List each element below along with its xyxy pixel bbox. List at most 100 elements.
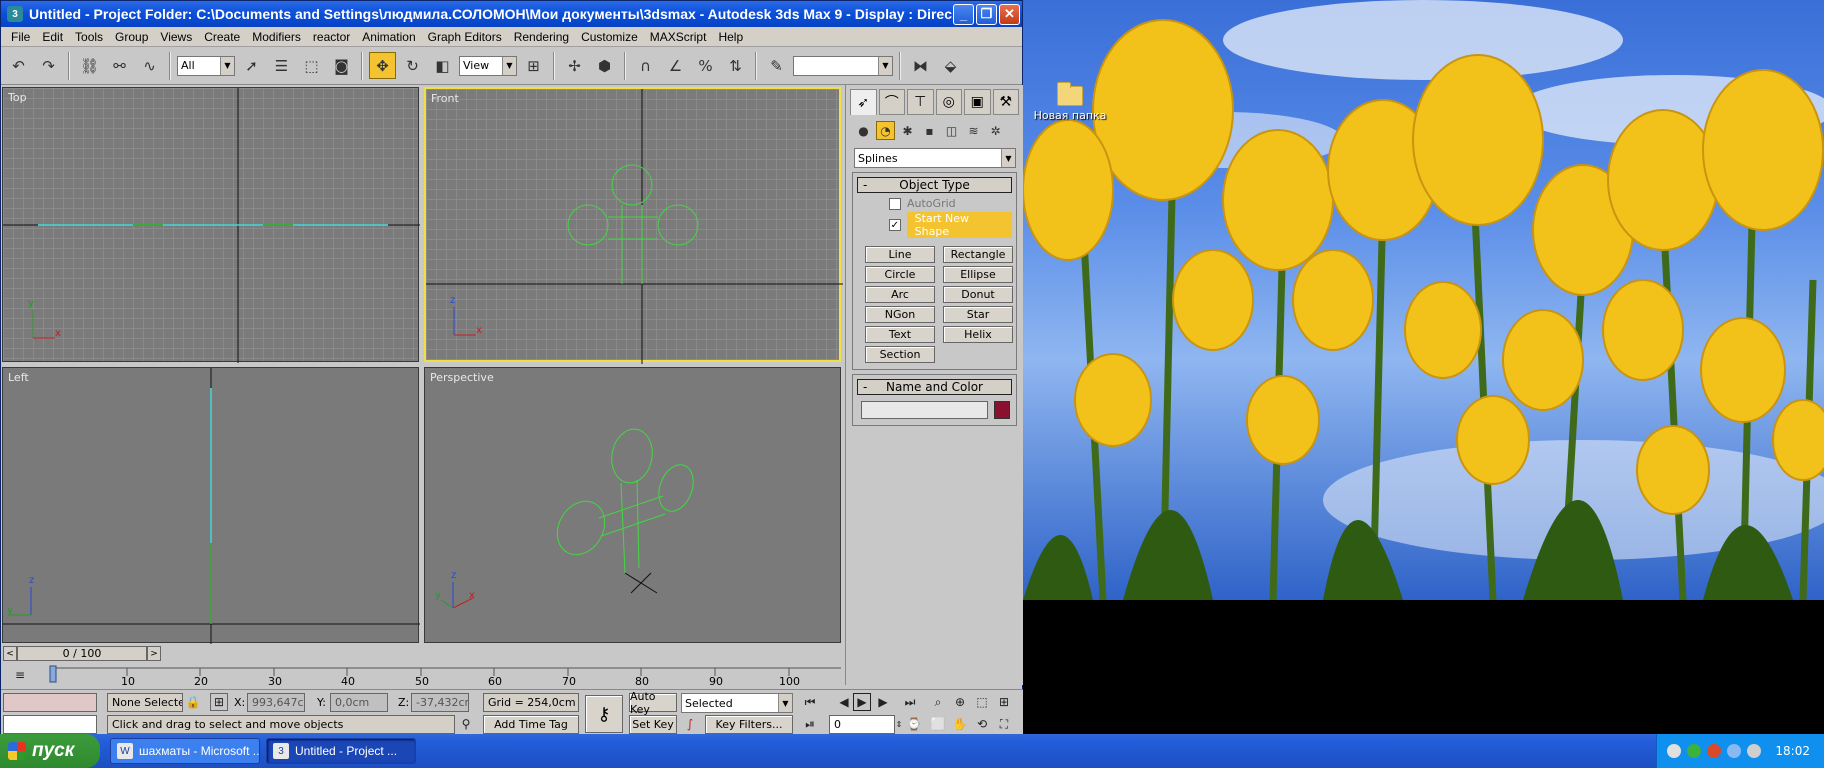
named-selection-sets-dropdown[interactable]: ▼ xyxy=(793,55,893,76)
set-key-button[interactable]: Set Key xyxy=(629,715,677,734)
close-button[interactable]: ✕ xyxy=(999,3,1020,25)
create-tab-icon[interactable]: ➶ xyxy=(850,89,877,115)
name-and-color-header[interactable]: - Name and Color xyxy=(857,379,1012,395)
checkbox-box[interactable] xyxy=(889,197,901,210)
select-by-name-icon[interactable]: ☰ xyxy=(268,52,295,79)
track-bar[interactable]: ≡ 10 20 30 40 50 60 70 80 90 100 xyxy=(1,662,843,688)
zoom-extents-icon[interactable]: ⬚ xyxy=(973,693,991,711)
collapse-toggle[interactable]: - xyxy=(863,178,867,192)
network-icon[interactable] xyxy=(1667,744,1682,758)
rectangle-button[interactable]: Rectangle xyxy=(943,246,1013,263)
select-and-move-icon[interactable]: ✥ xyxy=(369,52,396,79)
viewport-perspective[interactable]: Perspective z x y xyxy=(424,367,841,643)
time-slider-next[interactable]: > xyxy=(147,646,161,661)
security-icon[interactable] xyxy=(1707,744,1722,758)
unlink-icon[interactable]: ⚯ xyxy=(106,52,133,79)
selection-filter-dropdown[interactable]: All ▼ xyxy=(177,55,235,76)
star-button[interactable]: Star xyxy=(943,306,1013,323)
menu-maxscript[interactable]: MAXScript xyxy=(644,30,713,44)
y-coordinate-field[interactable]: 0,0cm xyxy=(330,693,388,712)
menu-help[interactable]: Help xyxy=(712,30,749,44)
go-to-start-icon[interactable]: ⏮ xyxy=(801,693,819,711)
geometry-icon[interactable]: ● xyxy=(854,121,873,140)
select-and-rotate-icon[interactable]: ↻ xyxy=(399,52,426,79)
next-frame-icon[interactable]: ▶ xyxy=(874,693,892,711)
start-new-shape-checkbox[interactable]: ✓ Start New Shape xyxy=(889,212,1012,238)
object-category-dropdown[interactable]: Splines ▼ xyxy=(854,148,1016,168)
go-to-end-icon[interactable]: ⏭ xyxy=(901,693,919,711)
arc-button[interactable]: Arc xyxy=(865,286,935,303)
viewport-left[interactable]: Left z y xyxy=(2,367,420,644)
viewport-front[interactable]: Front z x xyxy=(424,87,843,364)
region-zoom-icon[interactable]: ⬜ xyxy=(929,715,947,733)
3dsmax-app-icon[interactable]: 3 xyxy=(7,6,23,22)
line-button[interactable]: Line xyxy=(865,246,935,263)
ellipse-button[interactable]: Ellipse xyxy=(943,266,1013,283)
title-bar[interactable]: 3 Untitled - Project Folder: C:\Document… xyxy=(1,1,1022,27)
systems-icon[interactable]: ✲ xyxy=(986,121,1005,140)
window-crossing-icon[interactable]: ◙ xyxy=(328,52,355,79)
edit-named-selection-icon[interactable]: ✎ xyxy=(763,52,790,79)
key-mode-toggle-icon[interactable]: ⏯ xyxy=(801,715,819,733)
x-coordinate-field[interactable]: 993,647cm xyxy=(247,693,305,712)
section-button[interactable]: Section xyxy=(865,346,935,363)
helix-button[interactable]: Helix xyxy=(943,326,1013,343)
time-configuration-icon[interactable]: ⌚ xyxy=(905,715,923,733)
shapes-icon[interactable]: ◔ xyxy=(876,121,895,140)
cameras-icon[interactable]: ▪ xyxy=(920,121,939,140)
display-tab-icon[interactable]: ▣ xyxy=(964,89,991,115)
menu-rendering[interactable]: Rendering xyxy=(508,30,575,44)
maximize-button[interactable]: ❐ xyxy=(976,3,997,25)
helpers-icon[interactable]: ◫ xyxy=(942,121,961,140)
selection-lock-icon[interactable]: 🔒 xyxy=(184,693,202,711)
donut-button[interactable]: Donut xyxy=(943,286,1013,303)
menu-edit[interactable]: Edit xyxy=(36,30,69,44)
menu-file[interactable]: File xyxy=(5,30,36,44)
time-slider-thumb[interactable]: 0 / 100 xyxy=(17,646,147,661)
clock[interactable]: 18:02 xyxy=(1775,744,1810,758)
language-icon[interactable] xyxy=(1727,744,1742,758)
rectangular-selection-icon[interactable]: ⬚ xyxy=(298,52,325,79)
z-coordinate-field[interactable]: -37,432cm xyxy=(411,693,469,712)
menu-customize[interactable]: Customize xyxy=(575,30,644,44)
motion-tab-icon[interactable]: ◎ xyxy=(935,89,962,115)
maxscript-listener-mini[interactable] xyxy=(3,693,97,712)
zoom-icon[interactable]: ⌕ xyxy=(929,693,947,711)
play-icon[interactable]: ▶ xyxy=(853,693,871,711)
maxscript-output-mini[interactable] xyxy=(3,715,97,734)
angle-snap-icon[interactable]: ∠ xyxy=(662,52,689,79)
circle-button[interactable]: Circle xyxy=(865,266,935,283)
spinner-snap-icon[interactable]: ⇅ xyxy=(722,52,749,79)
taskbar-item-word[interactable]: W шахматы - Microsoft ... xyxy=(110,738,260,764)
taskbar-item-3dsmax[interactable]: 3 Untitled - Project ... xyxy=(266,738,416,764)
pivot-center-icon[interactable]: ⊞ xyxy=(520,52,547,79)
menu-views[interactable]: Views xyxy=(154,30,198,44)
key-filters-button[interactable]: Key Filters... xyxy=(705,715,793,734)
spinner-icon[interactable]: ⇕ xyxy=(894,715,904,733)
space-warps-icon[interactable]: ≋ xyxy=(964,121,983,140)
select-and-manipulate-icon[interactable]: ✢ xyxy=(561,52,588,79)
menu-group[interactable]: Group xyxy=(109,30,154,44)
checkbox-box[interactable]: ✓ xyxy=(889,219,901,231)
previous-frame-icon[interactable]: ◀ xyxy=(835,693,853,711)
menu-reactor[interactable]: reactor xyxy=(307,30,356,44)
menu-modifiers[interactable]: Modifiers xyxy=(246,30,307,44)
menu-graph-editors[interactable]: Graph Editors xyxy=(422,30,508,44)
start-button[interactable]: пуск xyxy=(0,734,100,768)
percent-snap-icon[interactable]: % xyxy=(692,52,719,79)
absolute-mode-transform-icon[interactable]: ⊞ xyxy=(210,693,228,711)
zoom-all-icon[interactable]: ⊕ xyxy=(951,693,969,711)
align-icon[interactable]: ⬙ xyxy=(937,52,964,79)
lights-icon[interactable]: ✱ xyxy=(898,121,917,140)
utilities-tab-icon[interactable]: ⚒ xyxy=(992,89,1019,115)
pin-icon[interactable]: ⚲ xyxy=(457,715,475,733)
bind-space-warp-icon[interactable]: ∿ xyxy=(136,52,163,79)
start-new-shape-label[interactable]: Start New Shape xyxy=(906,212,1012,238)
object-name-input[interactable] xyxy=(861,401,989,419)
keyboard-shortcut-override-icon[interactable]: ⬢ xyxy=(591,52,618,79)
hierarchy-tab-icon[interactable]: ⊤ xyxy=(907,89,934,115)
menu-create[interactable]: Create xyxy=(198,30,246,44)
redo-icon[interactable]: ↷ xyxy=(35,52,62,79)
key-mode-dropdown[interactable]: Selected ▼ xyxy=(681,693,793,713)
menu-tools[interactable]: Tools xyxy=(69,30,109,44)
